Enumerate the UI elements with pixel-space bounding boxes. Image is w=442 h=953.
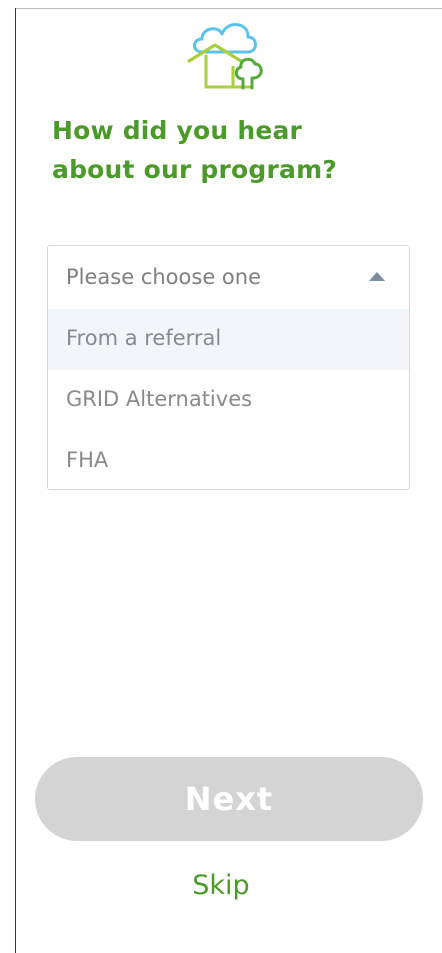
dropdown-option[interactable]: From a referral (48, 309, 409, 370)
dropdown-toggle[interactable]: Please choose one (48, 246, 409, 309)
dropdown-placeholder: Please choose one (66, 265, 261, 289)
screen: How did you hear about our program? Plea… (0, 0, 442, 953)
dropdown-options: From a referral GRID Alternatives FHA (48, 309, 409, 489)
frame-top-edge (15, 8, 442, 9)
page-title: How did you hear about our program? (52, 112, 412, 190)
option-label: GRID Alternatives (66, 387, 253, 411)
title-line-1: How did you hear (52, 116, 303, 145)
frame-left-edge (15, 8, 16, 953)
dropdown-option[interactable]: GRID Alternatives (48, 370, 409, 431)
next-button[interactable]: Next (35, 757, 423, 841)
skip-link[interactable]: Skip (0, 870, 442, 901)
cloud-house-tree-logo (187, 23, 263, 90)
option-label: FHA (66, 448, 109, 472)
dropdown-option[interactable]: FHA (48, 431, 409, 489)
option-label: From a referral (66, 326, 222, 350)
source-dropdown[interactable]: Please choose one From a referral GRID A… (47, 245, 410, 490)
title-line-2: about our program? (52, 154, 338, 184)
caret-up-icon (369, 272, 385, 281)
